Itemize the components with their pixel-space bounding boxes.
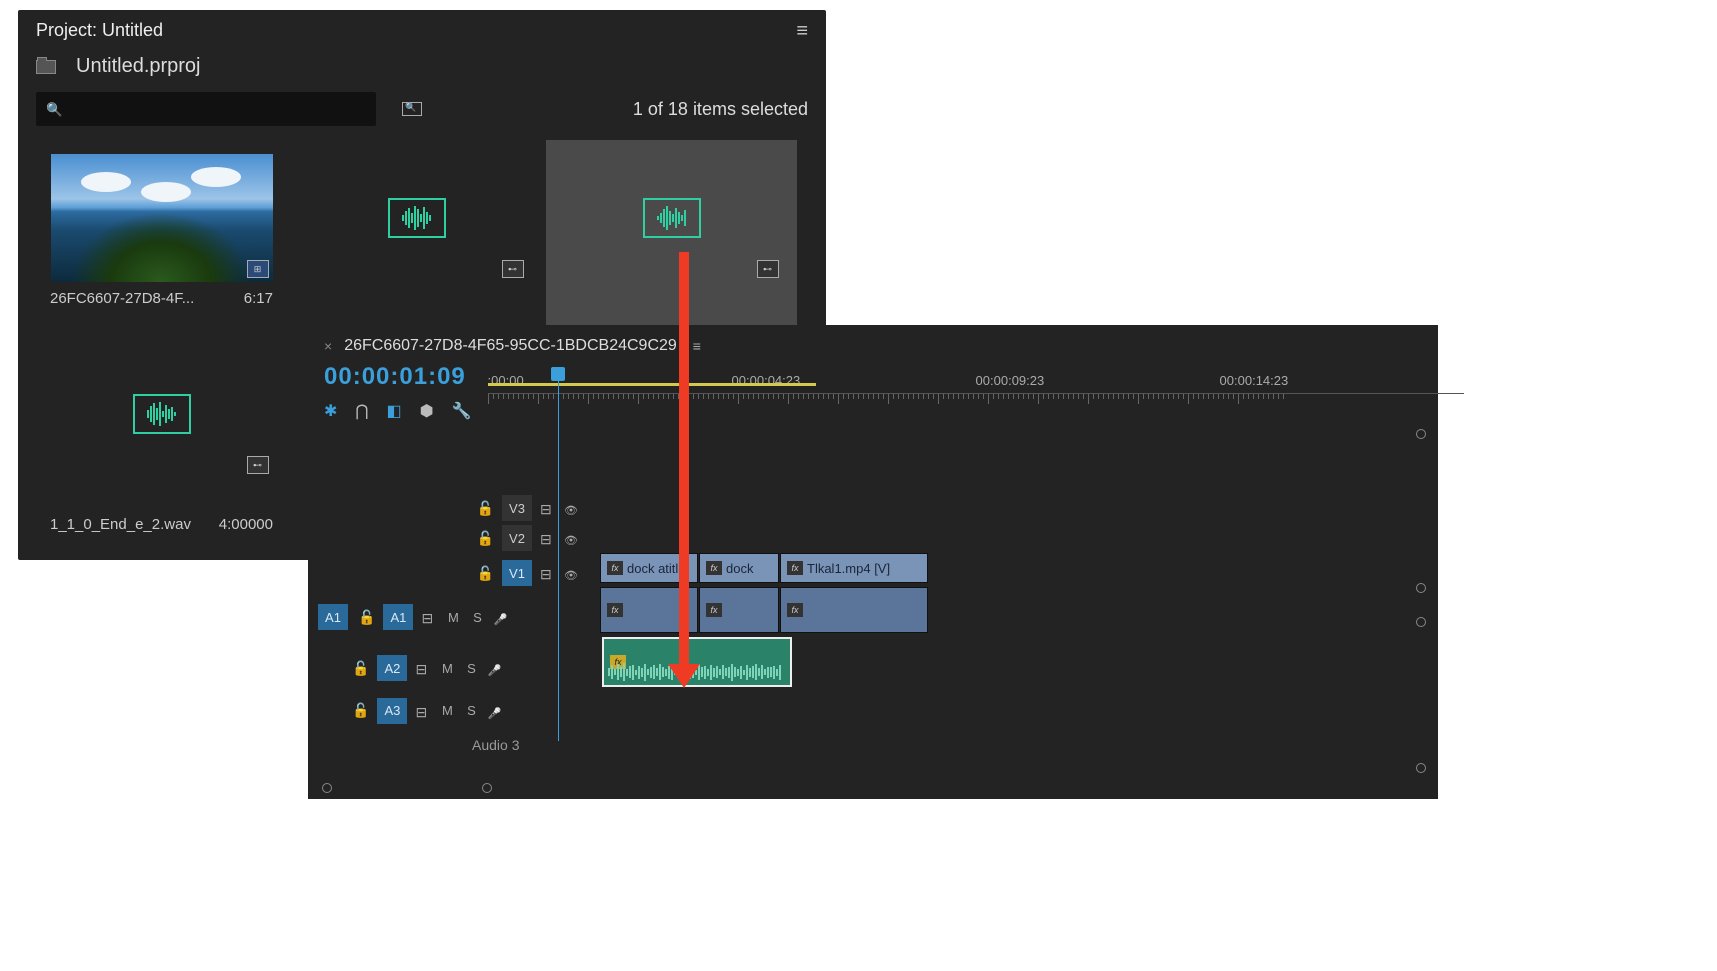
insert-nest-icon[interactable]: ✱ bbox=[324, 401, 337, 421]
video-clip[interactable]: fx Tlkal1.mp4 [V] bbox=[780, 553, 928, 583]
audio-clip-linked[interactable]: fx bbox=[780, 587, 928, 633]
mute-button[interactable]: M bbox=[439, 703, 455, 718]
clip-waveform bbox=[608, 663, 786, 681]
track-v2[interactable]: V2 bbox=[502, 525, 532, 551]
track-v1[interactable]: V1 bbox=[502, 560, 532, 586]
bin-item-audio[interactable]: ⊷ 1_1_0_End_e_2.wav 4:00000 bbox=[36, 336, 287, 546]
sync-lock-icon[interactable]: ⊟ bbox=[540, 566, 556, 580]
fx-badge-icon: fx bbox=[607, 561, 623, 575]
track-headers: 🔓 V3 ⊟ 🔓 V2 ⊟ 🔓 V1 ⊟ A1 🔓 A1 bbox=[308, 493, 600, 755]
track-content-area[interactable]: fx dock atitl fx dock fx Tlkal1.mp4 [V] … bbox=[600, 493, 1438, 755]
close-sequence-icon[interactable]: × bbox=[324, 338, 332, 354]
solo-button[interactable]: S bbox=[463, 661, 479, 676]
item-name: 1_1_0_End_e_2.wav bbox=[50, 516, 191, 533]
mic-icon[interactable] bbox=[487, 704, 503, 718]
mute-button[interactable]: M bbox=[445, 610, 461, 625]
source-patch-a1[interactable]: A1 bbox=[318, 604, 348, 630]
clip-name: dock bbox=[726, 561, 753, 576]
vscroll-bottom[interactable] bbox=[1416, 763, 1426, 773]
sync-lock-icon[interactable]: ⊟ bbox=[540, 501, 556, 515]
playhead[interactable] bbox=[551, 367, 565, 381]
playhead-line bbox=[558, 381, 559, 741]
eye-icon[interactable] bbox=[564, 531, 580, 545]
panel-menu-icon[interactable]: ≡ bbox=[796, 24, 808, 38]
lock-icon[interactable]: 🔓 bbox=[352, 660, 369, 677]
audio-badge-icon: ⊷ bbox=[502, 260, 524, 278]
mic-icon[interactable] bbox=[493, 610, 509, 624]
timeline-panel: × 26FC6607-27D8-4F65-95CC-1BDCB24C9C29 ≡… bbox=[308, 325, 1438, 799]
clip-name: dock atitl bbox=[627, 561, 678, 576]
ruler-label: 00:00:09:23 bbox=[976, 373, 1220, 393]
marker-icon[interactable]: ⬢ bbox=[420, 401, 434, 421]
zoom-handle-left[interactable] bbox=[322, 783, 332, 793]
fx-badge-icon: fx bbox=[787, 603, 803, 617]
ruler-label: 00:00:14:23 bbox=[1220, 373, 1464, 393]
snap-magnet-icon[interactable]: ⋂ bbox=[355, 401, 368, 421]
sync-lock-icon[interactable]: ⊟ bbox=[415, 661, 431, 675]
zoom-handle-right[interactable] bbox=[482, 783, 492, 793]
track-a1[interactable]: A1 bbox=[383, 604, 413, 630]
track-a3[interactable]: A3 bbox=[377, 698, 407, 724]
mic-icon[interactable] bbox=[487, 661, 503, 675]
clip-name: Tlkal1.mp4 [V] bbox=[807, 561, 890, 576]
sequence-badge-icon: ⊞ bbox=[247, 260, 269, 278]
bin-item-audio-selected[interactable]: ⊷ bbox=[546, 140, 797, 332]
audio-waveform-icon bbox=[643, 198, 701, 238]
video-clip[interactable]: fx dock atitl bbox=[600, 553, 698, 583]
solo-button[interactable]: S bbox=[469, 610, 485, 625]
solo-button[interactable]: S bbox=[463, 703, 479, 718]
sync-lock-icon[interactable]: ⊟ bbox=[415, 704, 431, 718]
search-input[interactable] bbox=[36, 92, 376, 126]
folder-icon bbox=[36, 60, 56, 74]
fx-badge-icon: fx bbox=[607, 603, 623, 617]
playhead-timecode[interactable]: 00:00:01:09 bbox=[324, 363, 472, 391]
audio-clip-music[interactable]: fx bbox=[602, 637, 792, 687]
selection-count: 1 of 18 items selected bbox=[633, 99, 808, 120]
fx-badge-icon: fx bbox=[706, 603, 722, 617]
project-title: Project: Untitled bbox=[36, 20, 163, 41]
audio-waveform-icon bbox=[133, 394, 191, 434]
bin-item-audio[interactable]: ⊷ bbox=[291, 140, 542, 332]
fx-badge-icon: fx bbox=[787, 561, 803, 575]
sync-lock-icon[interactable]: ⊟ bbox=[421, 610, 437, 624]
audio-waveform-icon bbox=[388, 198, 446, 238]
audio-badge-icon: ⊷ bbox=[757, 260, 779, 278]
bin-item-sequence[interactable]: ⊞ 26FC6607-27D8-4F... 6:17 bbox=[36, 140, 287, 332]
track-a2[interactable]: A2 bbox=[377, 655, 407, 681]
fx-badge-icon: fx bbox=[706, 561, 722, 575]
item-duration: 6:17 bbox=[244, 290, 273, 307]
sync-lock-icon[interactable]: ⊟ bbox=[540, 531, 556, 545]
lock-icon[interactable]: 🔓 bbox=[477, 500, 494, 517]
audio-clip-linked[interactable]: fx bbox=[600, 587, 698, 633]
track-name-a3[interactable]: Audio 3 bbox=[352, 737, 600, 753]
time-ruler[interactable]: :00:00 00:00:04:23 00:00:09:23 00:00:14:… bbox=[488, 367, 1464, 413]
track-v3[interactable]: V3 bbox=[502, 495, 532, 521]
eye-icon[interactable] bbox=[564, 566, 580, 580]
mute-button[interactable]: M bbox=[439, 661, 455, 676]
work-area-bar[interactable] bbox=[488, 383, 816, 386]
item-name: 26FC6607-27D8-4F... bbox=[50, 290, 194, 307]
find-bin-icon[interactable] bbox=[402, 102, 422, 116]
lock-icon[interactable]: 🔓 bbox=[477, 565, 494, 582]
settings-wrench-icon[interactable]: 🔧 bbox=[452, 401, 472, 421]
audio-clip-linked[interactable]: fx bbox=[699, 587, 779, 633]
eye-icon[interactable] bbox=[564, 501, 580, 515]
thumbnail-image bbox=[51, 154, 273, 282]
lock-icon[interactable]: 🔓 bbox=[352, 702, 369, 719]
horizontal-scrollbar[interactable] bbox=[322, 783, 1424, 793]
lock-icon[interactable]: 🔓 bbox=[477, 530, 494, 547]
linked-selection-icon[interactable]: ◧ bbox=[387, 401, 402, 421]
lock-icon[interactable]: 🔓 bbox=[358, 609, 375, 626]
project-filename[interactable]: Untitled.prproj bbox=[70, 55, 201, 78]
audio-badge-icon: ⊷ bbox=[247, 456, 269, 474]
vscroll-top[interactable] bbox=[1416, 429, 1426, 439]
video-clip[interactable]: fx dock bbox=[699, 553, 779, 583]
item-duration: 4:00000 bbox=[219, 516, 273, 533]
sequence-menu-icon[interactable]: ≡ bbox=[693, 338, 701, 354]
sequence-name[interactable]: 26FC6607-27D8-4F65-95CC-1BDCB24C9C29 bbox=[344, 337, 677, 355]
